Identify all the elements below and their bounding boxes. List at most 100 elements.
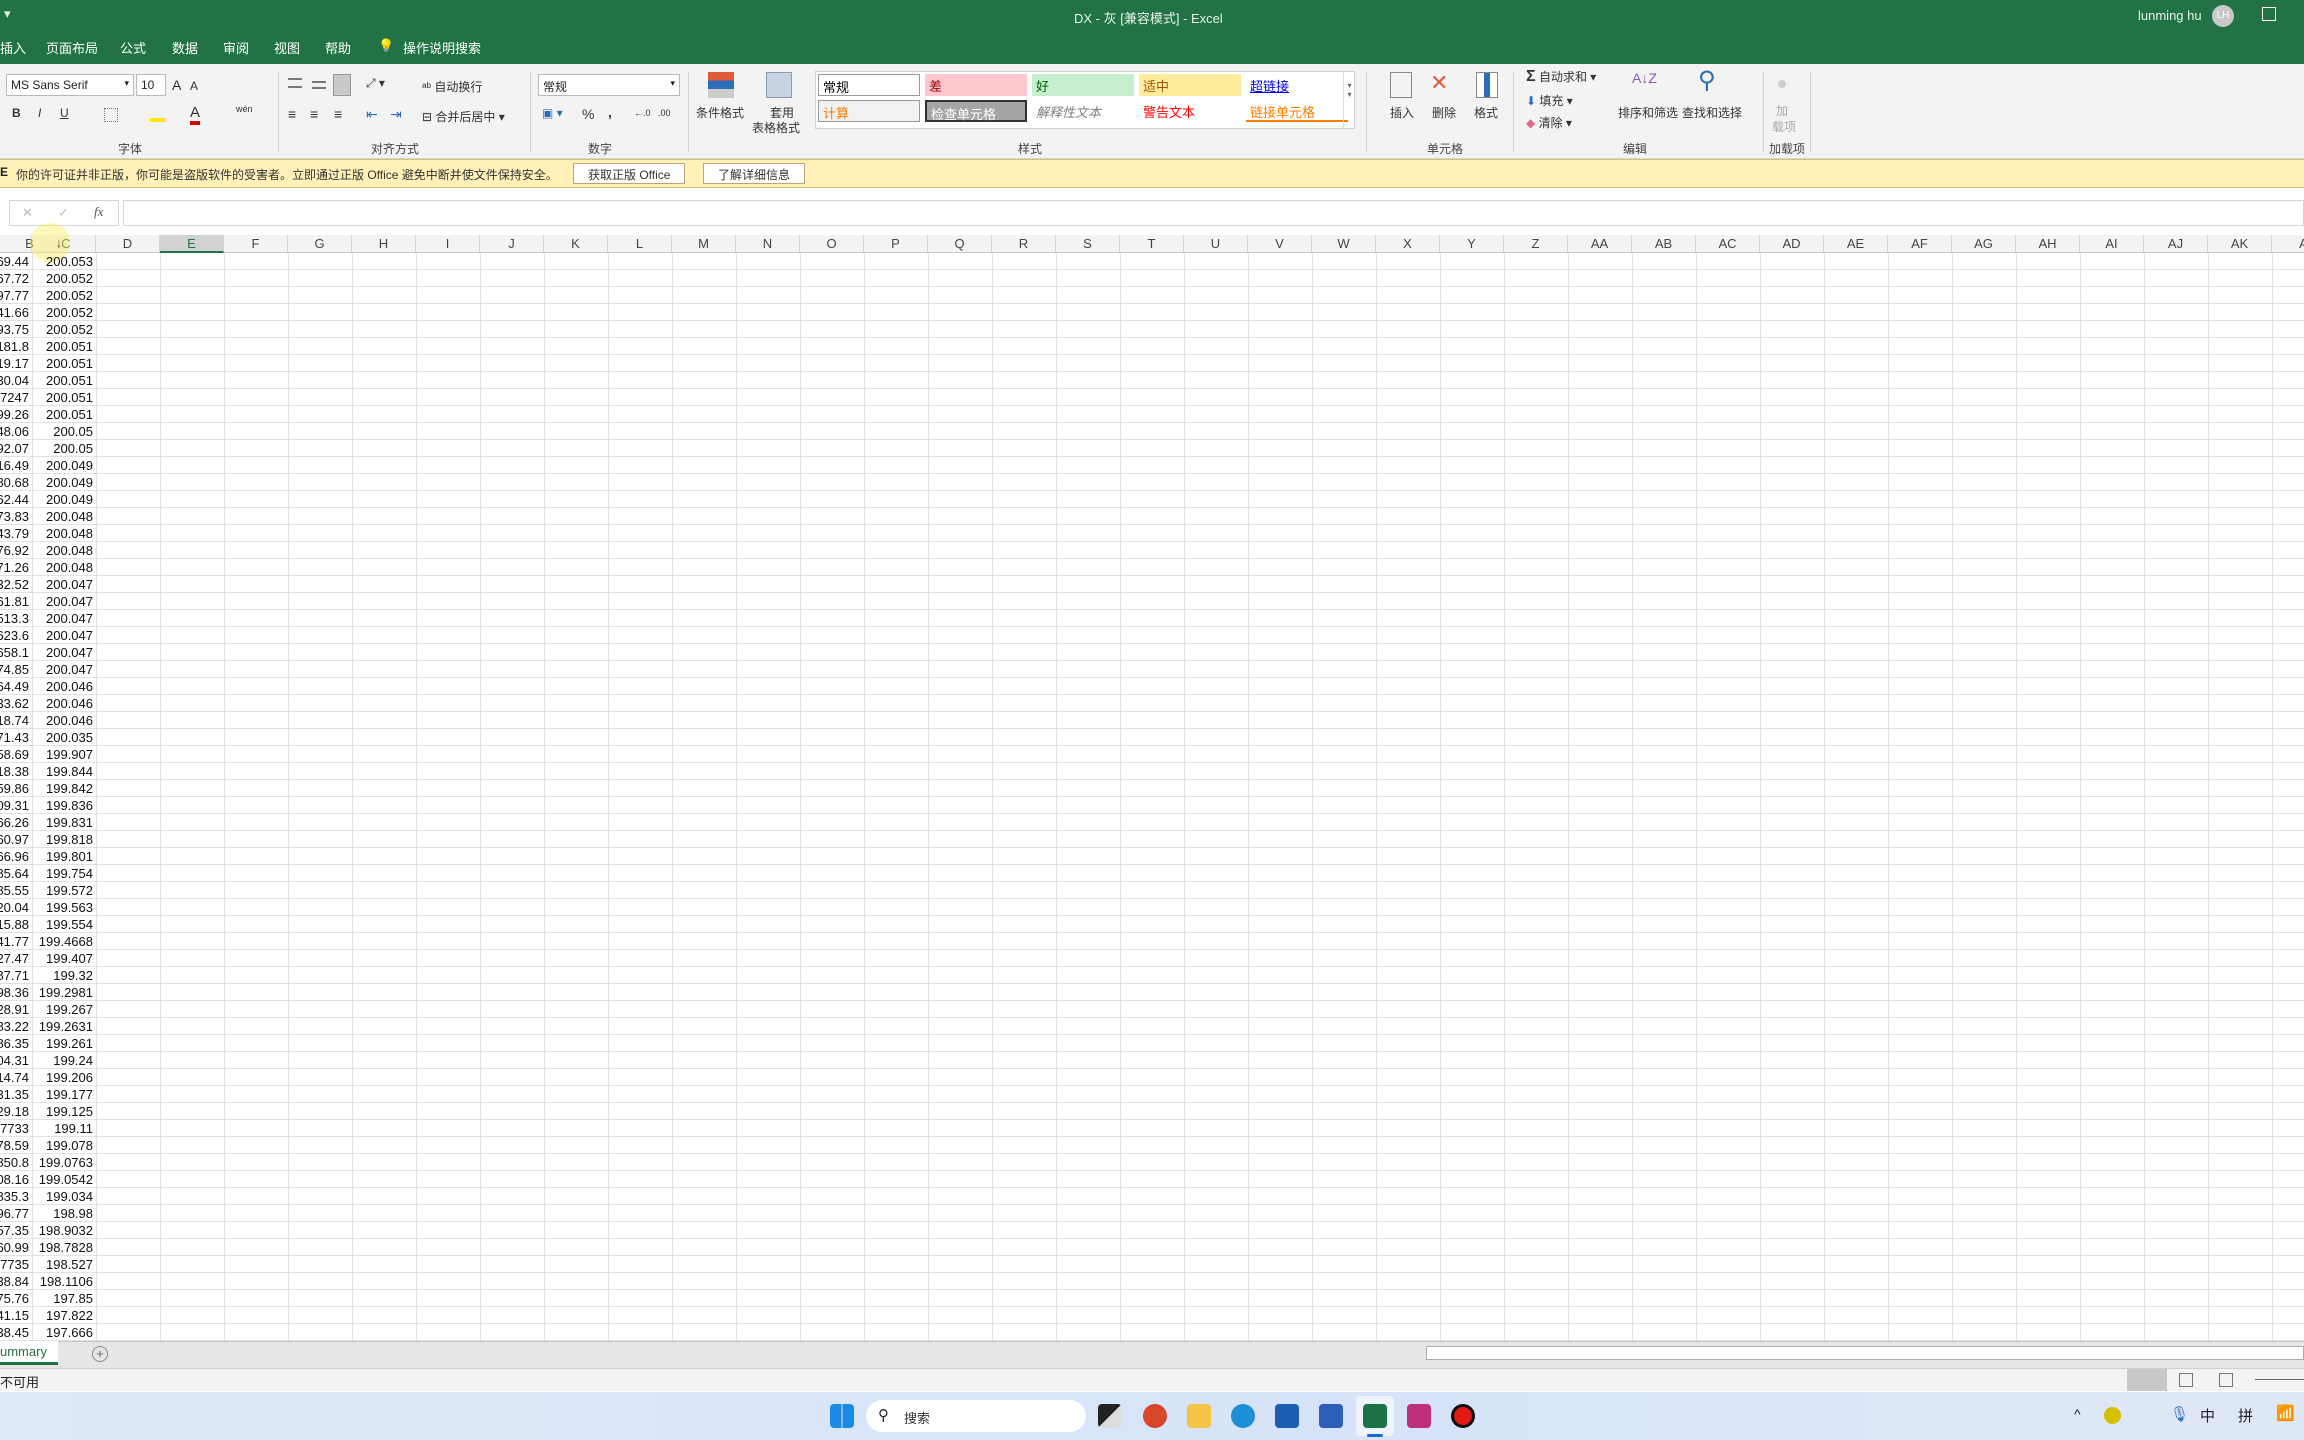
- cell-c[interactable]: 200.046: [32, 678, 96, 695]
- cell-b[interactable]: 19.17: [0, 355, 32, 372]
- cell-c[interactable]: 199.206: [32, 1069, 96, 1086]
- sheet-tab-summary[interactable]: ummary: [0, 1341, 58, 1365]
- cell-b[interactable]: 71.26: [0, 559, 32, 576]
- cell-b[interactable]: 86.35: [0, 1035, 32, 1052]
- task-view-icon[interactable]: [1098, 1404, 1122, 1428]
- orientation-icon[interactable]: ⤢ ▾: [366, 76, 385, 91]
- cell-c[interactable]: 200.047: [32, 576, 96, 593]
- cell-b[interactable]: 60.99: [0, 1239, 32, 1256]
- delete-cells-button[interactable]: 删除: [1432, 104, 1456, 121]
- align-left-icon[interactable]: ≡: [288, 106, 296, 122]
- cell-b[interactable]: 28.91: [0, 1001, 32, 1018]
- store-icon[interactable]: [1275, 1404, 1299, 1428]
- cell-c[interactable]: 200.047: [32, 644, 96, 661]
- cell-c[interactable]: 199.4668: [32, 933, 96, 950]
- decrease-decimal-icon[interactable]: .00: [658, 108, 671, 118]
- fill-button[interactable]: ⬇ 填充 ▾: [1526, 92, 1573, 109]
- addins-button-line2[interactable]: 载项: [1772, 118, 1796, 135]
- grow-font-button[interactable]: A: [172, 77, 181, 93]
- phonetic-button[interactable]: wén: [236, 104, 253, 114]
- cell-style-item[interactable]: 差: [925, 74, 1027, 96]
- column-header[interactable]: F: [224, 235, 288, 253]
- excel-icon[interactable]: [1363, 1404, 1387, 1428]
- cell-b[interactable]: 38.84: [0, 1273, 32, 1290]
- powerpoint-icon[interactable]: [1143, 1404, 1167, 1428]
- cell-b[interactable]: 32.52: [0, 576, 32, 593]
- cell-c[interactable]: 198.1106: [32, 1273, 96, 1290]
- ime-mode[interactable]: 拼: [2238, 1405, 2253, 1426]
- cell-style-item[interactable]: 常规: [818, 74, 920, 96]
- tab-view[interactable]: 视图: [274, 38, 300, 57]
- format-as-table-line2[interactable]: 表格格式: [752, 119, 800, 136]
- column-header[interactable]: AF: [1888, 235, 1952, 253]
- decrease-indent-icon[interactable]: ⇤: [366, 106, 378, 123]
- column-header[interactable]: AI: [2080, 235, 2144, 253]
- column-header[interactable]: AE: [1824, 235, 1888, 253]
- column-header[interactable]: AB: [1632, 235, 1696, 253]
- cell-c[interactable]: 200.047: [32, 593, 96, 610]
- cell-c[interactable]: 199.24: [32, 1052, 96, 1069]
- cell-b[interactable]: 73.83: [0, 508, 32, 525]
- comma-button[interactable]: ,: [608, 104, 612, 120]
- cell-style-item[interactable]: 适中: [1139, 74, 1241, 96]
- page-break-view-icon[interactable]: [2219, 1373, 2233, 1387]
- italic-button[interactable]: I: [38, 106, 41, 120]
- sort-filter-button[interactable]: 排序和筛选: [1618, 104, 1678, 121]
- fill-color-icon[interactable]: [150, 108, 166, 122]
- cell-b[interactable]: 41.15: [0, 1307, 32, 1324]
- tray-app-icon[interactable]: [2104, 1407, 2121, 1424]
- column-header[interactable]: O: [800, 235, 864, 253]
- cancel-icon[interactable]: ✕: [22, 205, 33, 221]
- cell-c[interactable]: 197.85: [32, 1290, 96, 1307]
- add-sheet-button[interactable]: +: [92, 1346, 108, 1362]
- column-header[interactable]: A: [2272, 235, 2304, 253]
- cell-b[interactable]: 67.72: [0, 270, 32, 287]
- cell-b[interactable]: 57247: [0, 389, 32, 406]
- zoom-slider[interactable]: [2255, 1379, 2304, 1380]
- percent-button[interactable]: %: [582, 106, 594, 122]
- cell-c[interactable]: 200.047: [32, 610, 96, 627]
- cell-c[interactable]: 200.05: [32, 423, 96, 440]
- cell-b[interactable]: 58.69: [0, 746, 32, 763]
- number-format-select[interactable]: 常规 ▾: [538, 74, 680, 96]
- column-header[interactable]: K: [544, 235, 608, 253]
- cell-c[interactable]: 199.572: [32, 882, 96, 899]
- quick-access-dropdown[interactable]: ▾: [4, 6, 11, 22]
- cell-b[interactable]: 09.31: [0, 797, 32, 814]
- cell-b[interactable]: 20.04: [0, 899, 32, 916]
- cell-b[interactable]: 69.44: [0, 253, 32, 270]
- column-header[interactable]: AC: [1696, 235, 1760, 253]
- column-header[interactable]: N: [736, 235, 800, 253]
- cell-c[interactable]: 200.052: [32, 270, 96, 287]
- cell-b[interactable]: 43.79: [0, 525, 32, 542]
- column-header[interactable]: AD: [1760, 235, 1824, 253]
- format-cells-button[interactable]: 格式: [1474, 104, 1498, 121]
- cell-style-item[interactable]: 检查单元格: [925, 100, 1027, 122]
- column-header[interactable]: AA: [1568, 235, 1632, 253]
- cell-b[interactable]: 71.43: [0, 729, 32, 746]
- cell-b[interactable]: 64.49: [0, 678, 32, 695]
- cell-c[interactable]: 199.261: [32, 1035, 96, 1052]
- cell-b[interactable]: 80.68: [0, 474, 32, 491]
- font-name-select[interactable]: MS Sans Serif ▾: [6, 74, 134, 96]
- cell-b[interactable]: 57.35: [0, 1222, 32, 1239]
- cell-b[interactable]: 66.96: [0, 848, 32, 865]
- cell-b[interactable]: 41.66: [0, 304, 32, 321]
- cell-c[interactable]: 200.046: [32, 712, 96, 729]
- cell-c[interactable]: 200.052: [32, 304, 96, 321]
- cell-c[interactable]: 200.051: [32, 389, 96, 406]
- cell-b[interactable]: 48.06: [0, 423, 32, 440]
- cell-c[interactable]: 199.407: [32, 950, 96, 967]
- cell-b[interactable]: 181.8: [0, 338, 32, 355]
- avatar[interactable]: LH: [2212, 5, 2234, 27]
- cell-b[interactable]: 57733: [0, 1120, 32, 1137]
- cell-c[interactable]: 200.051: [32, 338, 96, 355]
- cell-c[interactable]: 200.051: [32, 406, 96, 423]
- borders-icon[interactable]: [104, 108, 118, 122]
- column-header[interactable]: E: [160, 235, 224, 253]
- cell-c[interactable]: 199.844: [32, 763, 96, 780]
- column-header[interactable]: AH: [2016, 235, 2080, 253]
- cell-b[interactable]: 87.71: [0, 967, 32, 984]
- get-genuine-office-button[interactable]: 获取正版 Office: [573, 163, 686, 184]
- cell-b[interactable]: 74.85: [0, 661, 32, 678]
